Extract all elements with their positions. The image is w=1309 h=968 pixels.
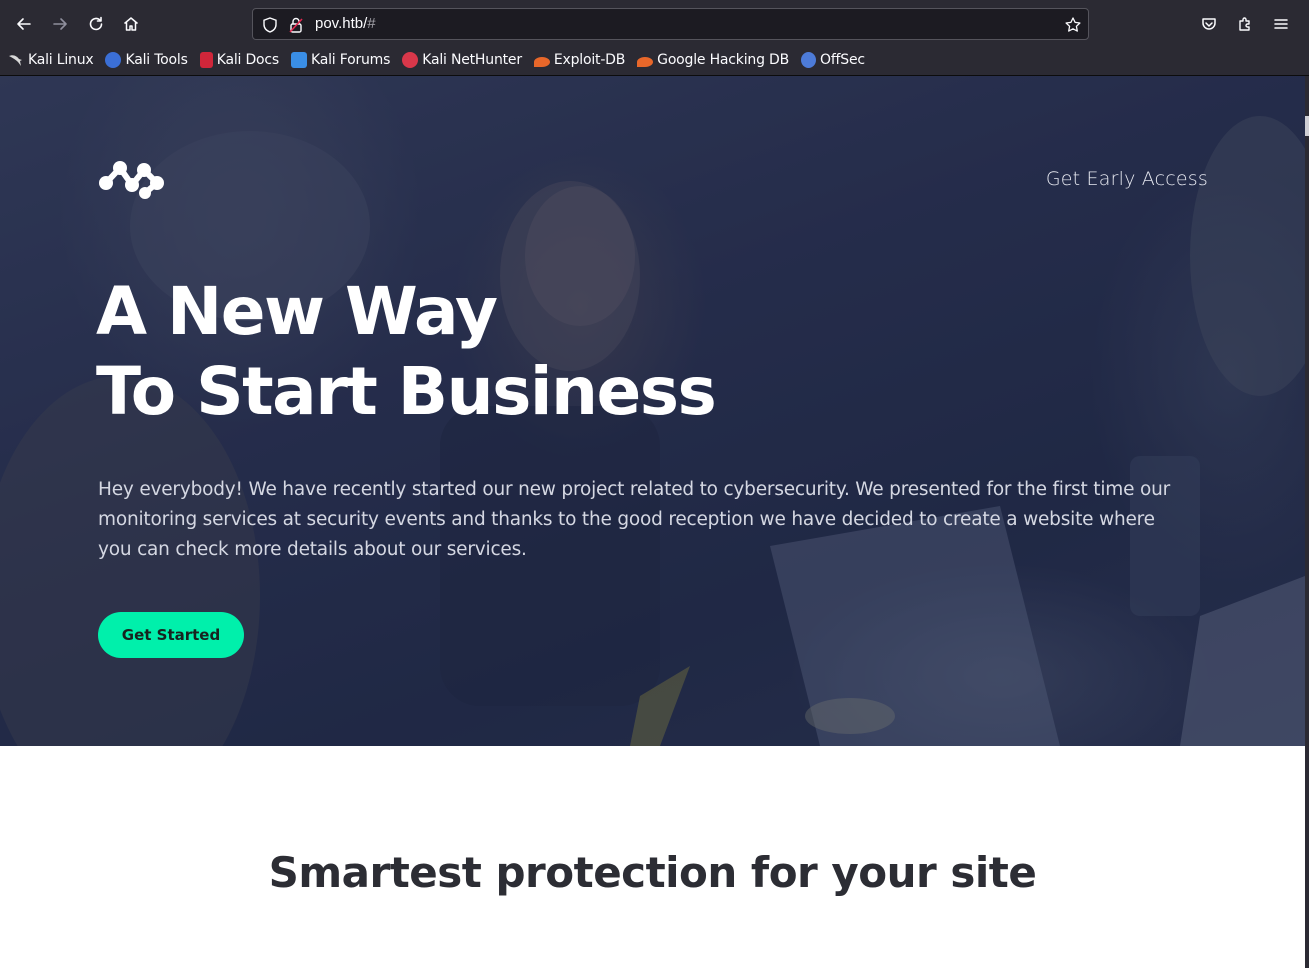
hero-description: Hey everybody! We have recently started … (98, 479, 1171, 560)
address-bar[interactable]: pov.htb/# (252, 8, 1089, 40)
bookmarks-toolbar: Kali Linux Kali Tools Kali Docs Kali For… (8, 46, 865, 74)
exploit-db-icon (533, 57, 550, 67)
bookmark-kali-linux[interactable]: Kali Linux (8, 52, 94, 68)
scrollbar-thumb[interactable] (1305, 116, 1309, 136)
forward-button[interactable] (44, 8, 76, 40)
bookmark-kali-forums[interactable]: Kali Forums (290, 52, 391, 68)
features-section: Smartest protection for your site (0, 746, 1305, 968)
offsec-icon (801, 52, 816, 68)
hero-section: Get Early Access A New Way To Start Busi… (0, 76, 1305, 746)
headline-line-1: A New Way (96, 273, 498, 350)
url-hash: # (367, 15, 376, 32)
bookmark-label: Kali Forums (310, 52, 391, 68)
bookmark-label: Kali Tools (125, 52, 188, 68)
bookmark-label: Kali NetHunter (422, 52, 522, 68)
brand-logo-icon[interactable] (98, 159, 166, 201)
kali-tools-icon (105, 52, 122, 68)
pocket-icon (1202, 18, 1216, 30)
bookmark-exploit-db[interactable]: Exploit-DB (533, 52, 626, 68)
puzzle-piece-icon (1239, 17, 1250, 31)
bookmark-label: Exploit-DB (553, 52, 626, 68)
bookmark-google-hacking-db[interactable]: Google Hacking DB (637, 52, 789, 68)
bookmark-star-icon[interactable] (1064, 16, 1082, 34)
bookmark-label: Kali Linux (28, 52, 94, 68)
home-button[interactable] (115, 8, 147, 40)
extensions-button[interactable] (1229, 8, 1261, 40)
url-host: pov.htb/ (315, 15, 368, 32)
bookmark-kali-nethunter[interactable]: Kali NetHunter (402, 52, 522, 68)
pocket-button[interactable] (1193, 8, 1225, 40)
bookmark-label: Kali Docs (216, 52, 279, 68)
kali-dragon-icon (8, 52, 24, 68)
arrow-right-icon (53, 18, 67, 30)
kali-nethunter-icon (402, 52, 419, 68)
hamburger-menu-icon (1274, 19, 1288, 29)
app-menu-button[interactable] (1265, 8, 1297, 40)
bookmark-label: Google Hacking DB (657, 52, 789, 68)
arrow-left-icon (17, 18, 31, 30)
kali-docs-icon (199, 52, 213, 68)
page-scrollbar[interactable] (1305, 76, 1309, 968)
ghdb-icon (637, 57, 654, 67)
bookmark-label: OffSec (820, 52, 865, 68)
home-icon (124, 17, 138, 31)
reload-icon (89, 16, 103, 31)
tracking-shield-icon[interactable] (261, 16, 279, 34)
bookmark-offsec[interactable]: OffSec (801, 52, 865, 68)
get-started-button[interactable]: Get Started (98, 612, 244, 658)
reload-button[interactable] (80, 8, 112, 40)
hero-headline: A New Way To Start Business (96, 272, 717, 432)
bookmark-kali-tools[interactable]: Kali Tools (105, 52, 188, 68)
back-button[interactable] (8, 8, 40, 40)
get-early-access-link[interactable]: Get Early Access (1046, 168, 1208, 190)
kali-forums-icon (290, 52, 307, 68)
headline-line-2: To Start Business (96, 353, 717, 430)
bookmark-kali-docs[interactable]: Kali Docs (199, 52, 279, 68)
insecure-lock-icon[interactable] (287, 16, 305, 34)
section-title: Smartest protection for your site (268, 848, 1037, 897)
browser-toolbar: pov.htb/# Kali Linux Kali Tools Kali Doc… (0, 0, 1309, 76)
url-text[interactable]: pov.htb/# (315, 15, 376, 32)
